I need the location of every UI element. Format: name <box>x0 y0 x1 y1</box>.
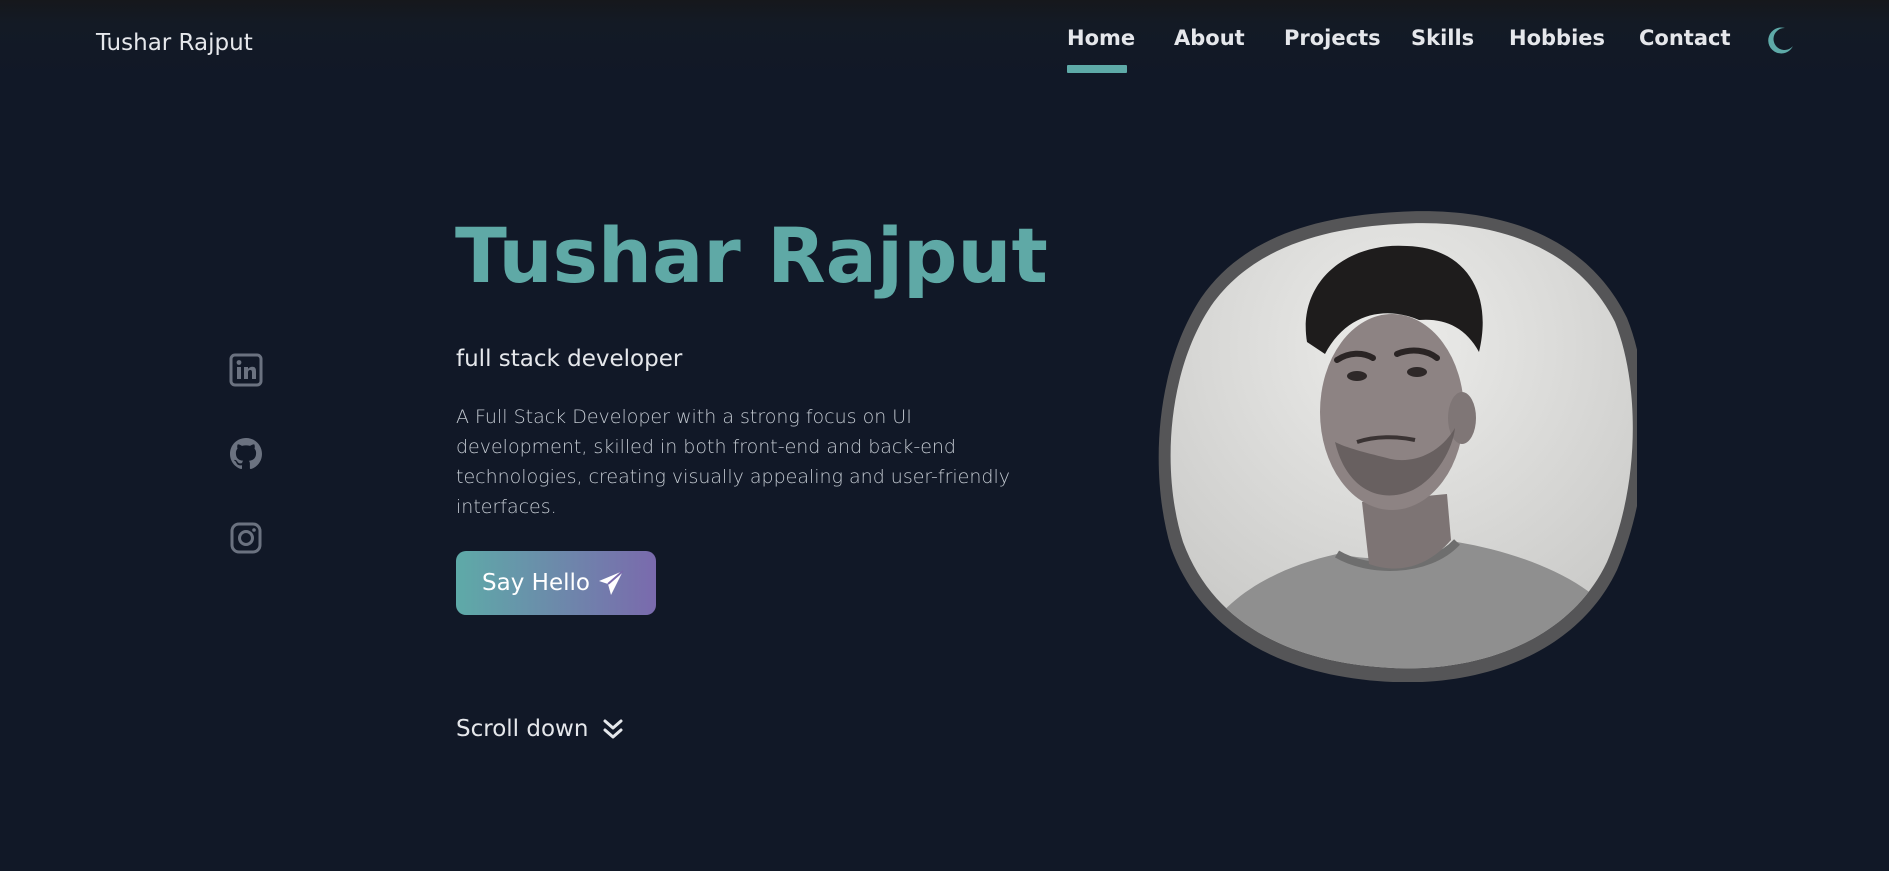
github-link[interactable] <box>228 436 264 472</box>
linkedin-icon <box>229 353 263 387</box>
instagram-icon <box>230 522 262 554</box>
scroll-down-label: Scroll down <box>456 716 589 742</box>
hero-subtitle: full stack developer <box>456 346 683 372</box>
nav-contact[interactable]: Contact <box>1639 26 1731 50</box>
instagram-link[interactable] <box>228 520 264 556</box>
moon-icon <box>1768 27 1793 54</box>
scroll-down-link[interactable]: Scroll down <box>456 716 624 742</box>
nav-hobbies[interactable]: Hobbies <box>1509 26 1605 50</box>
profile-photo <box>1157 202 1646 683</box>
nav-skills[interactable]: Skills <box>1411 26 1474 50</box>
chevrons-down-icon <box>603 719 623 739</box>
theme-toggle-button[interactable] <box>1765 24 1797 56</box>
brand-logo[interactable]: Tushar Rajput <box>96 30 253 56</box>
site-header: Tushar Rajput Home About Projects Skills… <box>0 0 1889 78</box>
say-hello-label: Say Hello <box>482 570 590 596</box>
hero-title: Tushar Rajput <box>455 211 1048 300</box>
hero-description: A Full Stack Developer with a strong foc… <box>456 406 1010 518</box>
say-hello-button[interactable]: Say Hello <box>456 551 656 615</box>
nav-projects[interactable]: Projects <box>1284 26 1381 50</box>
send-icon <box>598 570 624 595</box>
github-icon <box>230 438 262 470</box>
nav-home[interactable]: Home <box>1067 26 1135 50</box>
nav-about[interactable]: About <box>1174 26 1245 50</box>
linkedin-link[interactable] <box>228 352 264 388</box>
active-nav-indicator <box>1067 65 1127 73</box>
